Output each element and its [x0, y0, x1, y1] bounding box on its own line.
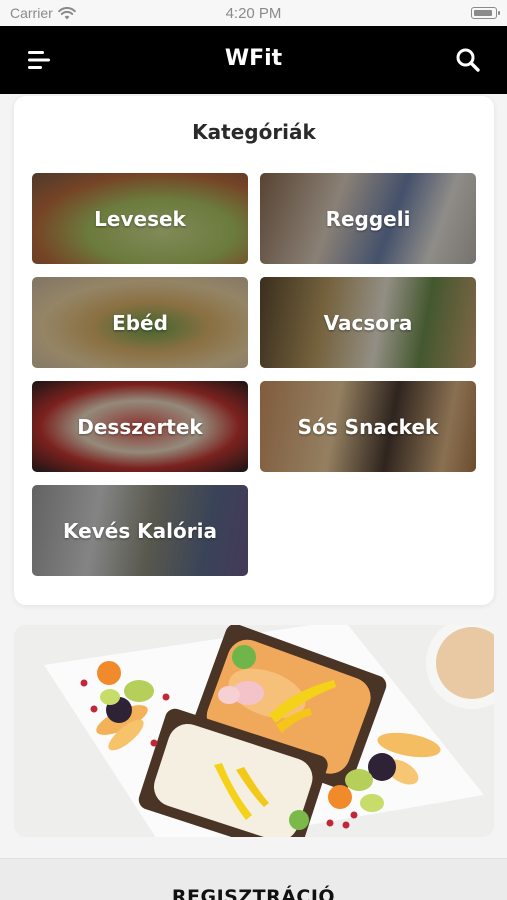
- search-icon[interactable]: [455, 47, 481, 73]
- category-label: Kevés Kalória: [63, 518, 217, 543]
- register-bar[interactable]: REGISZTRÁCIÓ: [0, 858, 507, 900]
- category-tile-sos-snackek[interactable]: Sós Snackek: [260, 381, 476, 472]
- category-tile-desszertek[interactable]: Desszertek: [32, 381, 248, 472]
- category-label: Reggeli: [325, 206, 411, 231]
- category-tile-keves-kaloria[interactable]: Kevés Kalória: [32, 485, 248, 576]
- category-tile-vacsora[interactable]: Vacsora: [260, 277, 476, 368]
- category-tile-ebed[interactable]: Ebéd: [32, 277, 248, 368]
- categories-card: Kategóriák Levesek Reggeli Ebéd Vacsora …: [14, 96, 494, 605]
- category-label: Levesek: [94, 206, 186, 231]
- nav-bar: WFit: [0, 26, 507, 94]
- category-tile-levesek[interactable]: Levesek: [32, 173, 248, 264]
- food-banner-image: [14, 625, 494, 837]
- register-button[interactable]: REGISZTRÁCIÓ: [0, 886, 507, 900]
- status-time: 4:20 PM: [225, 5, 282, 22]
- category-label: Ebéd: [112, 310, 168, 335]
- category-tile-reggeli[interactable]: Reggeli: [260, 173, 476, 264]
- category-label: Desszertek: [77, 414, 203, 439]
- status-bar: Carrier 4:20 PM: [0, 0, 507, 26]
- category-label: Sós Snackek: [297, 414, 439, 439]
- battery-icon: [471, 7, 500, 19]
- app-title: WFit: [224, 46, 283, 71]
- category-label: Vacsora: [323, 310, 413, 335]
- categories-title: Kategóriák: [192, 120, 316, 144]
